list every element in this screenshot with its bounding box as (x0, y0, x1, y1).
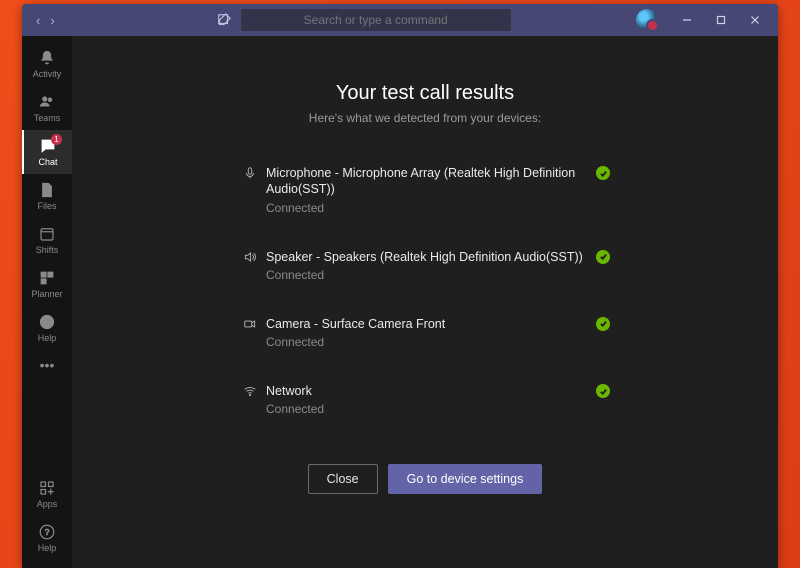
history-nav: ‹ › (28, 13, 63, 28)
sidebar-item-apps[interactable]: Apps (22, 472, 72, 516)
dialog-buttons: Close Go to device settings (308, 464, 543, 494)
microphone-icon (240, 165, 260, 180)
sidebar-item-label: Planner (31, 289, 62, 299)
maximize-button[interactable] (704, 4, 738, 36)
sidebar-item-label: Help (38, 333, 57, 343)
device-name: Speaker - Speakers (Realtek High Definit… (266, 249, 586, 265)
network-icon (240, 383, 260, 398)
device-name: Network (266, 383, 586, 399)
ellipsis-icon: ••• (38, 356, 56, 374)
sidebar-item-label: Apps (37, 499, 58, 509)
main-panel: Your test call results Here's what we de… (72, 36, 778, 568)
titlebar: ‹ › (22, 4, 778, 36)
search-input[interactable] (241, 9, 511, 31)
device-name: Camera - Surface Camera Front (266, 316, 586, 332)
sidebar-item-label: Shifts (36, 245, 59, 255)
svg-text:?: ? (45, 528, 50, 537)
camera-icon (240, 316, 260, 331)
close-button[interactable]: Close (308, 464, 378, 494)
app-sidebar: Activity Teams Chat 1 Files (22, 36, 72, 568)
go-to-device-settings-button[interactable]: Go to device settings (388, 464, 543, 494)
page-subtitle: Here's what we detected from your device… (309, 111, 541, 125)
people-icon (38, 93, 56, 111)
apps-icon (38, 479, 56, 497)
avatar[interactable] (636, 9, 658, 31)
sidebar-item-planner[interactable]: Planner (22, 262, 72, 306)
sidebar-item-teams[interactable]: Teams (22, 86, 72, 130)
sidebar-item-activity[interactable]: Activity (22, 42, 72, 86)
device-results-list: Microphone - Microphone Array (Realtek H… (240, 165, 610, 416)
shifts-icon (38, 225, 56, 243)
sidebar-item-label: Help (38, 543, 57, 553)
file-icon (38, 181, 56, 199)
nav-forward-button[interactable]: › (50, 13, 54, 28)
success-check-icon (596, 317, 610, 331)
window-controls (670, 4, 772, 36)
success-check-icon (596, 250, 610, 264)
sidebar-item-chat[interactable]: Chat 1 (22, 130, 72, 174)
device-status: Connected (266, 402, 586, 416)
device-status: Connected (266, 335, 586, 349)
sidebar-item-label: Teams (34, 113, 61, 123)
success-check-icon (596, 384, 610, 398)
speaker-icon (240, 249, 260, 264)
compose-icon[interactable] (217, 13, 231, 27)
device-name: Microphone - Microphone Array (Realtek H… (266, 165, 586, 198)
page-title: Your test call results (336, 82, 514, 105)
nav-back-button[interactable]: ‹ (36, 13, 40, 28)
device-row-microphone: Microphone - Microphone Array (Realtek H… (240, 165, 610, 215)
sidebar-item-help-bottom[interactable]: ? Help (22, 516, 72, 560)
sidebar-item-label: Activity (33, 69, 62, 79)
success-check-icon (596, 166, 610, 180)
sidebar-item-shifts[interactable]: Shifts (22, 218, 72, 262)
sidebar-item-label: Files (37, 201, 56, 211)
planner-icon (38, 269, 56, 287)
svg-text:?: ? (44, 317, 49, 327)
bell-icon (38, 49, 56, 67)
sidebar-item-label: Chat (38, 157, 57, 167)
device-row-speaker: Speaker - Speakers (Realtek High Definit… (240, 249, 610, 282)
help-icon: ? (38, 523, 56, 541)
sidebar-item-help-top[interactable]: ? Help (22, 306, 72, 350)
device-status: Connected (266, 201, 586, 215)
minimize-button[interactable] (670, 4, 704, 36)
device-row-network: Network Connected (240, 383, 610, 416)
close-window-button[interactable] (738, 4, 772, 36)
app-window: ‹ › Activity (22, 4, 778, 568)
notification-badge: 1 (51, 134, 62, 145)
device-row-camera: Camera - Surface Camera Front Connected (240, 316, 610, 349)
device-status: Connected (266, 268, 586, 282)
help-icon: ? (38, 313, 56, 331)
sidebar-more-button[interactable]: ••• (22, 350, 72, 380)
sidebar-item-files[interactable]: Files (22, 174, 72, 218)
